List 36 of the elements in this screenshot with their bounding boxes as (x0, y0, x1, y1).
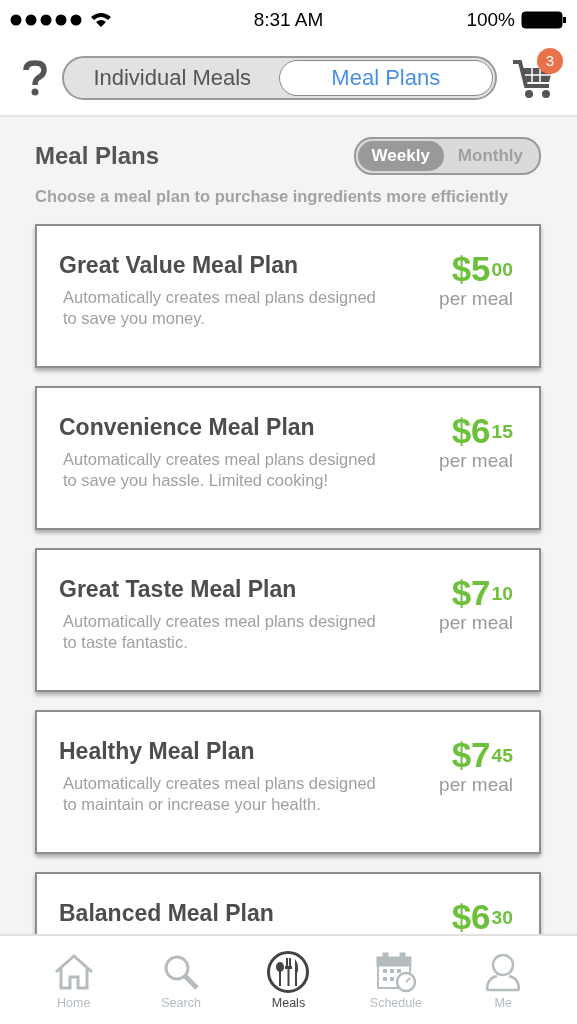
wifi-icon (90, 12, 112, 28)
plan-description: Automatically creates meal plans designed to save you hassle. Limited cooking! (63, 449, 377, 491)
segment-tab[interactable]: Individual Meals (66, 59, 279, 96)
plan-price: $6$^{15}$ (451, 414, 513, 448)
plan-description: Automatically creates meal plans designed to save you money. (63, 287, 377, 329)
meal-plan-card[interactable]: Healthy Meal Plan Automatically creates meal plans designed to maintain or increase your health. $7$^{45}$ per meal (35, 710, 541, 854)
price-unit: per meal (439, 774, 513, 796)
price-unit: per meal (439, 450, 513, 472)
plan-name: Convenience Meal Plan (59, 414, 316, 441)
cutlery-icon (266, 950, 311, 994)
battery-percent: 100% (466, 9, 515, 31)
plan-description: Automatically creates meal plans designed to maintain or increase your health. (63, 773, 377, 815)
price-unit: per meal (439, 288, 513, 310)
meal-plan-card[interactable]: Great Taste Meal Plan Automatically creates meal plans designed to taste fantastic. $7$^{10}$ per meal (35, 548, 541, 692)
plan-description: Automatically creates meal plans designed to taste fantastic. (63, 611, 377, 653)
plan-name: Great Taste Meal Plan (59, 576, 298, 603)
tab-bar-item[interactable]: Meals (248, 950, 329, 1010)
cart-count-badge: 3 (537, 47, 563, 74)
plan-name: Great Value Meal Plan (59, 252, 300, 279)
price-unit: per meal (439, 612, 513, 634)
plan-name: Healthy Meal Plan (59, 738, 256, 765)
battery-icon (521, 11, 567, 29)
plan-price: $6$^{30}$ (451, 900, 513, 934)
signal-icon (10, 14, 84, 26)
section-subtitle: Choose a meal plan to purchase ingredients more efficiently (35, 187, 510, 206)
plan-price: $7$^{45}$ (451, 738, 513, 772)
help-icon[interactable] (22, 59, 48, 96)
plan-price: $5$^{00}$ (451, 252, 513, 286)
plan-price: $7$^{10}$ (451, 576, 513, 610)
section-title: Meal Plans (35, 142, 160, 170)
meal-plan-card[interactable]: Convenience Meal Plan Automatically creates meal plans designed to save you hassle. Limited cooking! $6$^{15}$ per meal (35, 386, 541, 530)
status-time: 8:31 AM (253, 9, 324, 31)
meal-plan-card[interactable]: Great Value Meal Plan Automatically creates meal plans designed to save you money. $5$^{00}$ per meal (35, 224, 541, 368)
plan-name: Balanced Meal Plan (59, 900, 274, 927)
segment-tab[interactable]: Meal Plans (278, 59, 493, 96)
meal-plan-card[interactable]: Balanced Meal Plan $6$^{30}$ (35, 872, 541, 934)
